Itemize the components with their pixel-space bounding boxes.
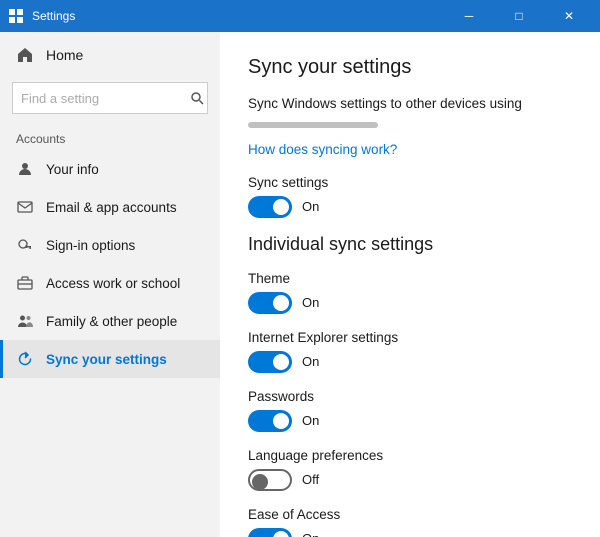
- sync-settings-toggle-row: On: [248, 196, 572, 218]
- sidebar-item-sync[interactable]: Sync your settings: [0, 340, 220, 378]
- toggle-ie-settings[interactable]: [248, 351, 292, 373]
- knob-language: [252, 474, 268, 490]
- state-text-theme: On: [302, 295, 319, 310]
- window-controls: ─ □ ✕: [446, 0, 592, 32]
- title-bar: Settings ─ □ ✕: [0, 0, 600, 32]
- toggle-row-passwords: On: [248, 410, 572, 432]
- email-icon: [16, 198, 34, 216]
- individual-items-container: ThemeOnInternet Explorer settingsOnPassw…: [248, 271, 572, 537]
- sync-description: Sync Windows settings to other devices u…: [248, 95, 572, 114]
- sync-settings-knob: [273, 199, 289, 215]
- main-content: Sync your settings Sync Windows settings…: [220, 32, 600, 537]
- search-button[interactable]: [191, 92, 204, 105]
- window-title: Settings: [32, 9, 446, 23]
- person-icon: [16, 160, 34, 178]
- sync-settings-state: On: [302, 199, 319, 214]
- toggle-theme[interactable]: [248, 292, 292, 314]
- sidebar-item-work-school[interactable]: Access work or school: [0, 264, 220, 302]
- state-text-language: Off: [302, 472, 319, 487]
- search-box: [12, 82, 208, 114]
- toggle-row-ie-settings: On: [248, 351, 572, 373]
- maximize-button[interactable]: □: [496, 0, 542, 32]
- sidebar: Home Accounts Your info: [0, 32, 220, 537]
- item-label-ease-of-access: Ease of Access: [248, 507, 572, 522]
- item-label-ie-settings: Internet Explorer settings: [248, 330, 572, 345]
- search-input[interactable]: [12, 82, 208, 114]
- your-info-label: Your info: [46, 162, 99, 177]
- accounts-section-label: Accounts: [0, 126, 220, 150]
- toggle-ease-of-access[interactable]: [248, 528, 292, 537]
- sidebar-item-family[interactable]: Family & other people: [0, 302, 220, 340]
- individual-sync-title: Individual sync settings: [248, 234, 572, 255]
- work-school-label: Access work or school: [46, 276, 180, 291]
- item-passwords: Passwords On: [248, 389, 572, 432]
- people-icon: [16, 312, 34, 330]
- item-ie-settings: Internet Explorer settings On: [248, 330, 572, 373]
- minimize-button[interactable]: ─: [446, 0, 492, 32]
- state-text-ie-settings: On: [302, 354, 319, 369]
- item-label-language: Language preferences: [248, 448, 572, 463]
- close-button[interactable]: ✕: [546, 0, 592, 32]
- page-title: Sync your settings: [248, 56, 572, 79]
- item-theme: Theme On: [248, 271, 572, 314]
- toggle-language[interactable]: [248, 469, 292, 491]
- state-text-ease-of-access: On: [302, 531, 319, 537]
- sidebar-item-your-info[interactable]: Your info: [0, 150, 220, 188]
- knob-passwords: [273, 413, 289, 429]
- item-label-passwords: Passwords: [248, 389, 572, 404]
- sync-settings-label: Sync settings: [248, 175, 572, 190]
- app-body: Home Accounts Your info: [0, 32, 600, 537]
- state-text-passwords: On: [302, 413, 319, 428]
- key-icon: [16, 236, 34, 254]
- email-accounts-label: Email & app accounts: [46, 200, 177, 215]
- app-icon: [8, 8, 24, 24]
- knob-theme: [273, 295, 289, 311]
- home-label: Home: [46, 47, 83, 63]
- sync-account-bar: [248, 122, 378, 128]
- sidebar-item-home[interactable]: Home: [0, 32, 220, 78]
- toggle-passwords[interactable]: [248, 410, 292, 432]
- knob-ie-settings: [273, 354, 289, 370]
- toggle-row-language: Off: [248, 469, 572, 491]
- toggle-row-theme: On: [248, 292, 572, 314]
- how-syncing-link[interactable]: How does syncing work?: [248, 142, 572, 157]
- sidebar-item-email-accounts[interactable]: Email & app accounts: [0, 188, 220, 226]
- item-ease-of-access: Ease of Access On: [248, 507, 572, 537]
- knob-ease-of-access: [273, 531, 289, 537]
- toggle-row-ease-of-access: On: [248, 528, 572, 537]
- sync-icon: [16, 350, 34, 368]
- sync-settings-toggle[interactable]: [248, 196, 292, 218]
- sign-in-label: Sign-in options: [46, 238, 135, 253]
- item-label-theme: Theme: [248, 271, 572, 286]
- family-label: Family & other people: [46, 314, 177, 329]
- briefcase-icon: [16, 274, 34, 292]
- sync-label: Sync your settings: [46, 352, 167, 367]
- sidebar-item-sign-in[interactable]: Sign-in options: [0, 226, 220, 264]
- home-icon: [16, 46, 34, 64]
- item-language: Language preferences Off: [248, 448, 572, 491]
